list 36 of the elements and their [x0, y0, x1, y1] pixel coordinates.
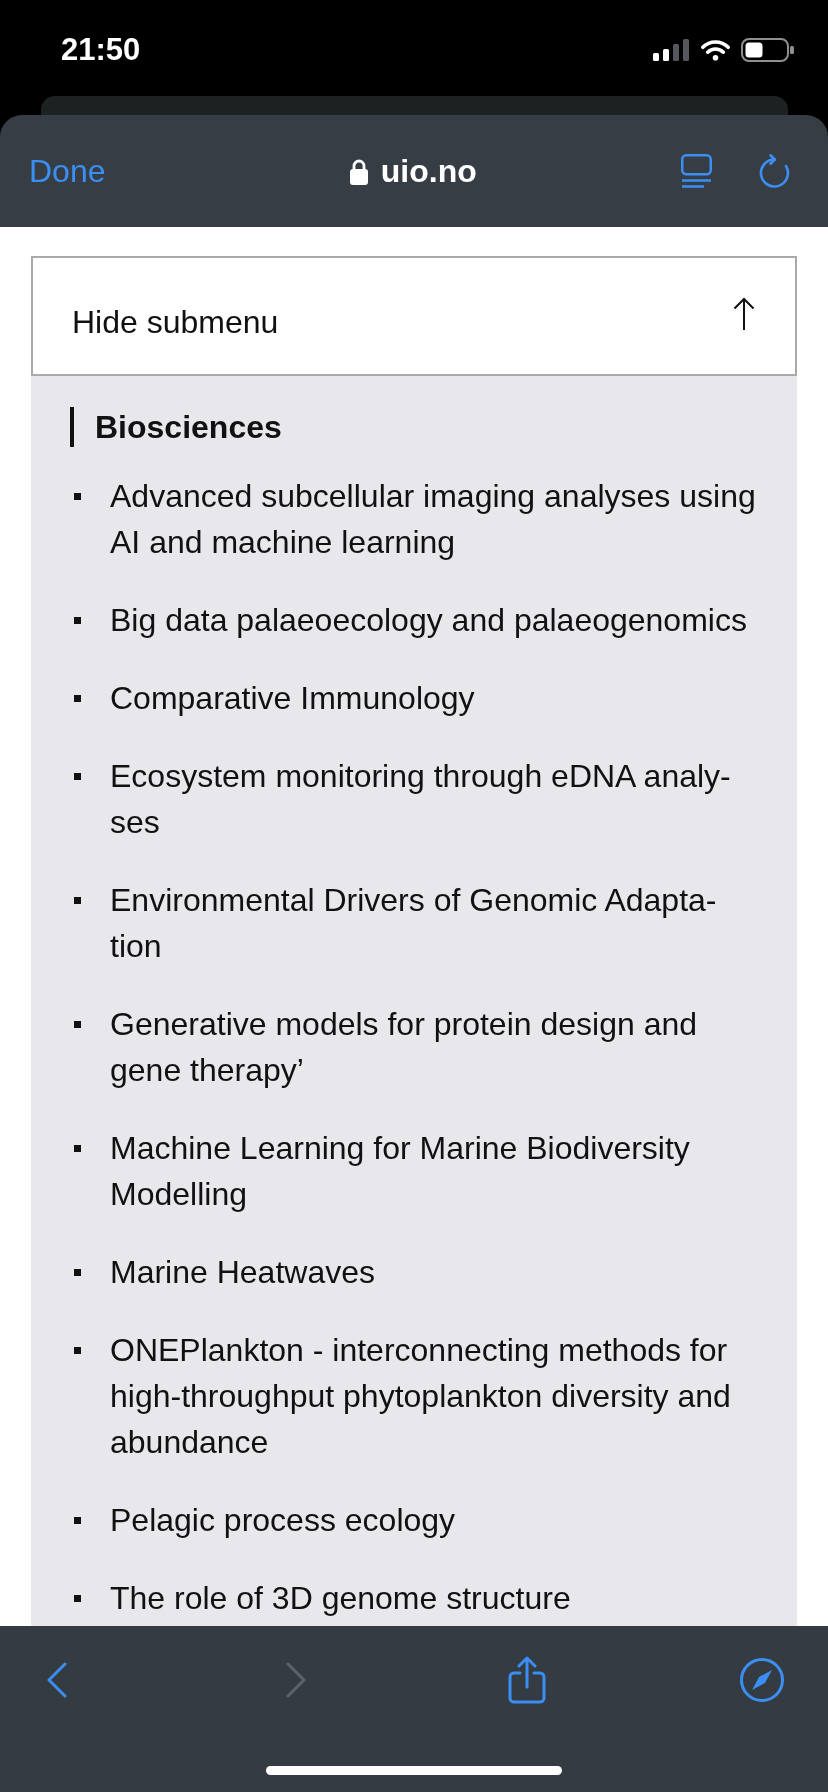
menu-link[interactable]: Advanced subcellular imaging analyses using AI and machine learning [110, 473, 768, 565]
bullet-icon [74, 617, 81, 624]
menu-link[interactable]: Pelagic process ecology [110, 1497, 768, 1543]
menu-link[interactable]: Machine Learning for Marine Biodiversity Modelling [110, 1125, 768, 1217]
box-arrow-up-icon[interactable] [508, 1656, 546, 1704]
bullet-icon [74, 1145, 81, 1152]
menu-link[interactable]: Environmental Drivers of Genomic Adapta-tion [110, 877, 768, 969]
section-heading: Biosciences [95, 408, 282, 447]
url-text: uio.no [380, 152, 477, 191]
menu-link[interactable]: Comparative Immunology [110, 675, 768, 721]
up-arrow-icon [733, 296, 755, 330]
rectangle-lines-icon[interactable] [681, 154, 712, 188]
wifi-icon [700, 39, 731, 61]
hide-submenu-button[interactable]: Hide submenu [31, 256, 797, 376]
bullet-icon [74, 1021, 81, 1028]
status-time: 21:50 [61, 31, 141, 69]
bullet-icon [74, 1347, 81, 1354]
bullet-icon [74, 493, 81, 500]
menu-link[interactable]: Big data palaeoecology and palaeogenomics [110, 597, 768, 643]
chevron-left-icon[interactable] [47, 1662, 67, 1698]
battery-icon [741, 38, 794, 62]
menu-link[interactable]: The role of 3D genome structure [110, 1575, 768, 1621]
menu-link[interactable]: Ecosystem monitoring through eDNA analy-ses [110, 753, 768, 845]
bullet-icon [74, 695, 81, 702]
menu-link[interactable]: Generative models for protein design and gene therapy’ [110, 1001, 768, 1093]
compass-icon[interactable] [740, 1658, 784, 1702]
circular-arrow-icon[interactable] [759, 154, 790, 188]
bullet-icon [74, 1517, 81, 1524]
accent-bar [70, 407, 74, 447]
signal-bars-icon [653, 39, 689, 61]
menu-link[interactable]: ONEPlankton - interconnecting methods for high-throughput phytoplankton diversity and abundance [110, 1327, 768, 1465]
bullet-icon [74, 897, 81, 904]
bullet-icon [74, 1269, 81, 1276]
bullet-icon [74, 773, 81, 780]
bullet-icon [74, 1595, 81, 1602]
menu-link[interactable]: Marine Heatwaves [110, 1249, 768, 1295]
